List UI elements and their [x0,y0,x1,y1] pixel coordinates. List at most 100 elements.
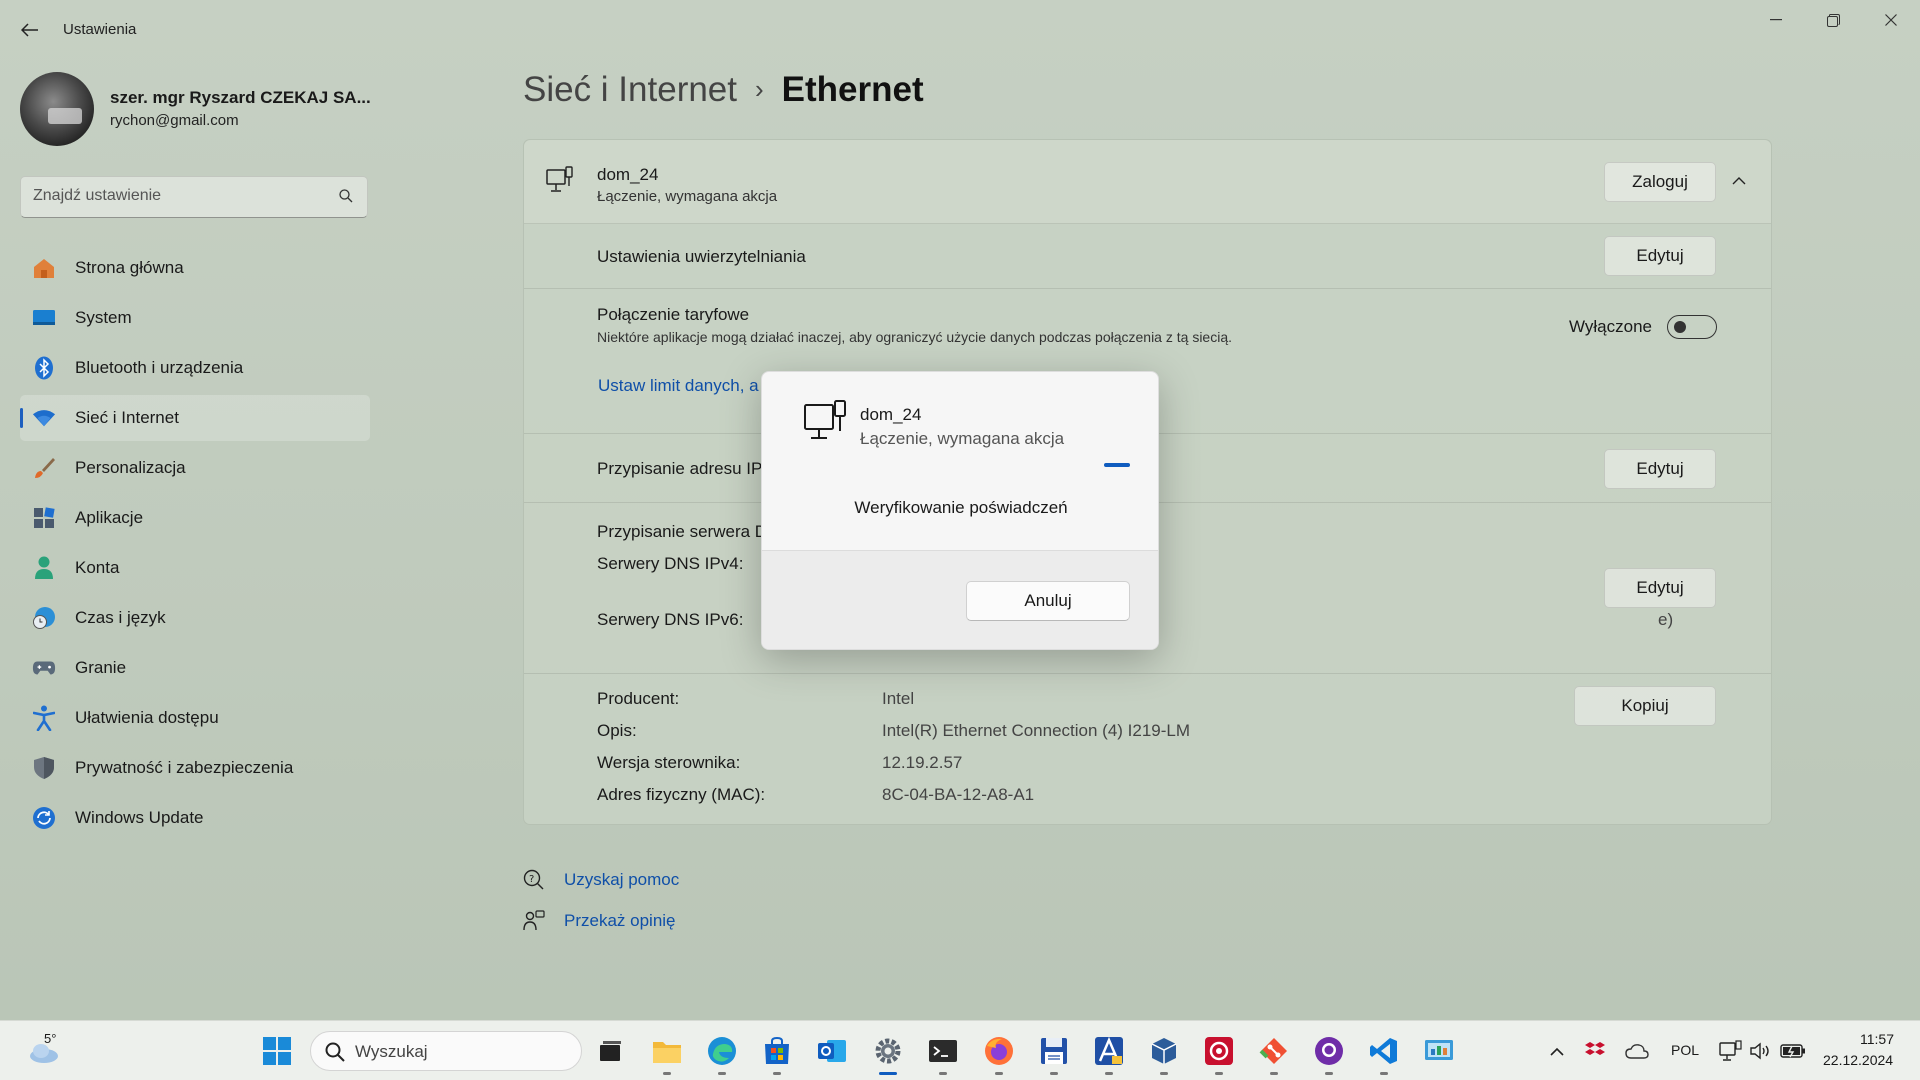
wifi-icon [32,406,56,430]
sidebar-item-time-language[interactable]: Czas i język [20,595,370,641]
property-key: Adres fizyczny (MAC): [597,785,766,804]
feedback-icon [523,910,545,932]
shield-icon [32,756,56,780]
search-icon[interactable] [339,189,353,207]
cloud-icon[interactable] [1622,1035,1652,1067]
user-profile[interactable]: szer. mgr Ryszard CZEKAJ SA... rychon@gm… [20,72,371,146]
dialog-message: Weryfikowanie poświadczeń [854,498,1068,517]
metered-state-label: Wyłączone [1569,317,1652,336]
feedback-link[interactable]: Przekaż opinię [564,911,676,931]
help-chat-icon: ? [523,869,545,891]
metered-title: Połączenie taryfowe [597,305,750,324]
windows-start-icon[interactable] [261,1035,293,1067]
sidebar-item-privacy[interactable]: Prywatność i zabezpieczenia [20,745,370,791]
search-input[interactable] [33,187,333,205]
dropbox-icon[interactable] [1582,1035,1608,1067]
network-ethernet-icon[interactable] [1716,1035,1746,1067]
taskbar: 5° Wyszukaj POL 11:57 22.12.2024 [0,1020,1920,1080]
metered-toggle[interactable] [1667,315,1717,339]
close-button[interactable] [1868,8,1914,32]
firefox-icon[interactable] [983,1035,1015,1067]
outlook-icon[interactable] [816,1035,848,1067]
edge-icon[interactable] [706,1035,738,1067]
github-icon[interactable] [1313,1035,1345,1067]
dialog-connection-name: dom_24 [860,405,922,424]
dns-assignment-label: Przypisanie serwera D [597,522,768,541]
dialog-connection-status: Łączenie, wymagana akcja [860,429,1065,448]
sidebar-item-bluetooth[interactable]: Bluetooth i urządzenia [20,345,370,391]
chevron-up-icon[interactable] [1732,172,1746,190]
auth-edit-button[interactable]: Edytuj [1604,236,1716,276]
terminal-icon[interactable] [927,1035,959,1067]
sidebar-item-label: Sieć i Internet [75,408,179,427]
title-bar: Ustawienia [0,0,1920,60]
accessibility-icon [32,705,56,731]
app-icon[interactable] [1203,1035,1235,1067]
settings-search[interactable] [20,176,368,218]
property-value: 12.19.2.57 [882,753,963,772]
git-icon[interactable] [1258,1035,1290,1067]
sidebar-item-network[interactable]: Sieć i Internet [20,395,370,441]
floppy-save-icon[interactable] [1038,1035,1070,1067]
sidebar-item-label: System [75,308,132,327]
sidebar-item-label: Personalizacja [75,458,186,477]
home-icon [32,256,56,280]
sidebar-item-accessibility[interactable]: Ułatwienia dostępu [20,695,370,741]
dns-edit-button[interactable]: Edytuj [1604,568,1716,608]
bluetooth-icon [32,356,56,380]
property-value: Intel(R) Ethernet Connection (4) I219-LM [882,721,1191,740]
property-key: Opis: [597,721,637,740]
page-title: Ethernet [781,70,924,109]
taskbar-search-input[interactable] [355,1042,565,1062]
clock-time[interactable]: 11:57 [1860,1031,1894,1047]
login-button[interactable]: Zaloguj [1604,162,1716,202]
battery-icon[interactable] [1776,1035,1810,1067]
clock-date[interactable]: 22.12.2024 [1823,1052,1893,1068]
ethernet-computer-icon [804,400,848,451]
task-view-icon[interactable] [594,1035,626,1067]
restore-button[interactable] [1810,8,1856,32]
breadcrumb-parent[interactable]: Sieć i Internet [523,70,737,109]
language-indicator[interactable]: POL [1671,1042,1699,1058]
sidebar-item-system[interactable]: System [20,295,370,341]
vscode-icon[interactable] [1368,1035,1400,1067]
file-explorer-icon[interactable] [651,1035,683,1067]
weather-temperature: 5° [44,1031,57,1046]
auth-settings-label: Ustawienia uwierzytelniania [597,247,806,266]
sidebar-item-apps[interactable]: Aplikacje [20,495,370,541]
store-icon[interactable] [761,1035,793,1067]
sidebar-item-label: Konta [75,558,120,577]
sidebar-item-label: Strona główna [75,258,184,277]
control-panel-icon[interactable] [1423,1035,1455,1067]
connection-status: Łączenie, wymagana akcja [597,188,778,205]
clock-globe-icon [32,606,56,630]
breadcrumb-separator: › [755,74,764,104]
ip-edit-button[interactable]: Edytuj [1604,449,1716,489]
data-limit-link[interactable]: Ustaw limit danych, a [598,376,759,396]
sidebar-item-label: Windows Update [75,808,204,827]
chevron-up-icon[interactable] [1542,1035,1572,1067]
autocad-icon[interactable] [1093,1035,1125,1067]
minimize-button[interactable] [1753,8,1799,32]
get-help-link[interactable]: Uzyskaj pomoc [564,870,679,890]
dns-ipv6-label: Serwery DNS IPv6: [597,610,744,629]
virtualbox-icon[interactable] [1148,1035,1180,1067]
app-title: Ustawienia [63,21,137,38]
cancel-button[interactable]: Anuluj [966,581,1130,621]
sidebar-item-home[interactable]: Strona główna [20,245,370,291]
back-arrow-icon[interactable] [16,16,44,44]
search-icon [325,1042,345,1067]
settings-icon[interactable] [872,1035,904,1067]
dns-ipv6-value: e) [1658,610,1674,629]
copy-button[interactable]: Kopiuj [1574,686,1716,726]
sidebar-item-windows-update[interactable]: Windows Update [20,795,370,841]
connection-header[interactable] [524,140,1771,224]
sidebar-nav: Strona główna System Bluetooth i urządze… [20,245,370,845]
sidebar-item-accounts[interactable]: Konta [20,545,370,591]
volume-icon[interactable] [1746,1035,1776,1067]
taskbar-search[interactable] [310,1031,582,1071]
sidebar-item-gaming[interactable]: Granie [20,645,370,691]
sidebar-item-label: Aplikacje [75,508,144,527]
sidebar-item-label: Granie [75,658,127,677]
sidebar-item-personalization[interactable]: Personalizacja [20,445,370,491]
